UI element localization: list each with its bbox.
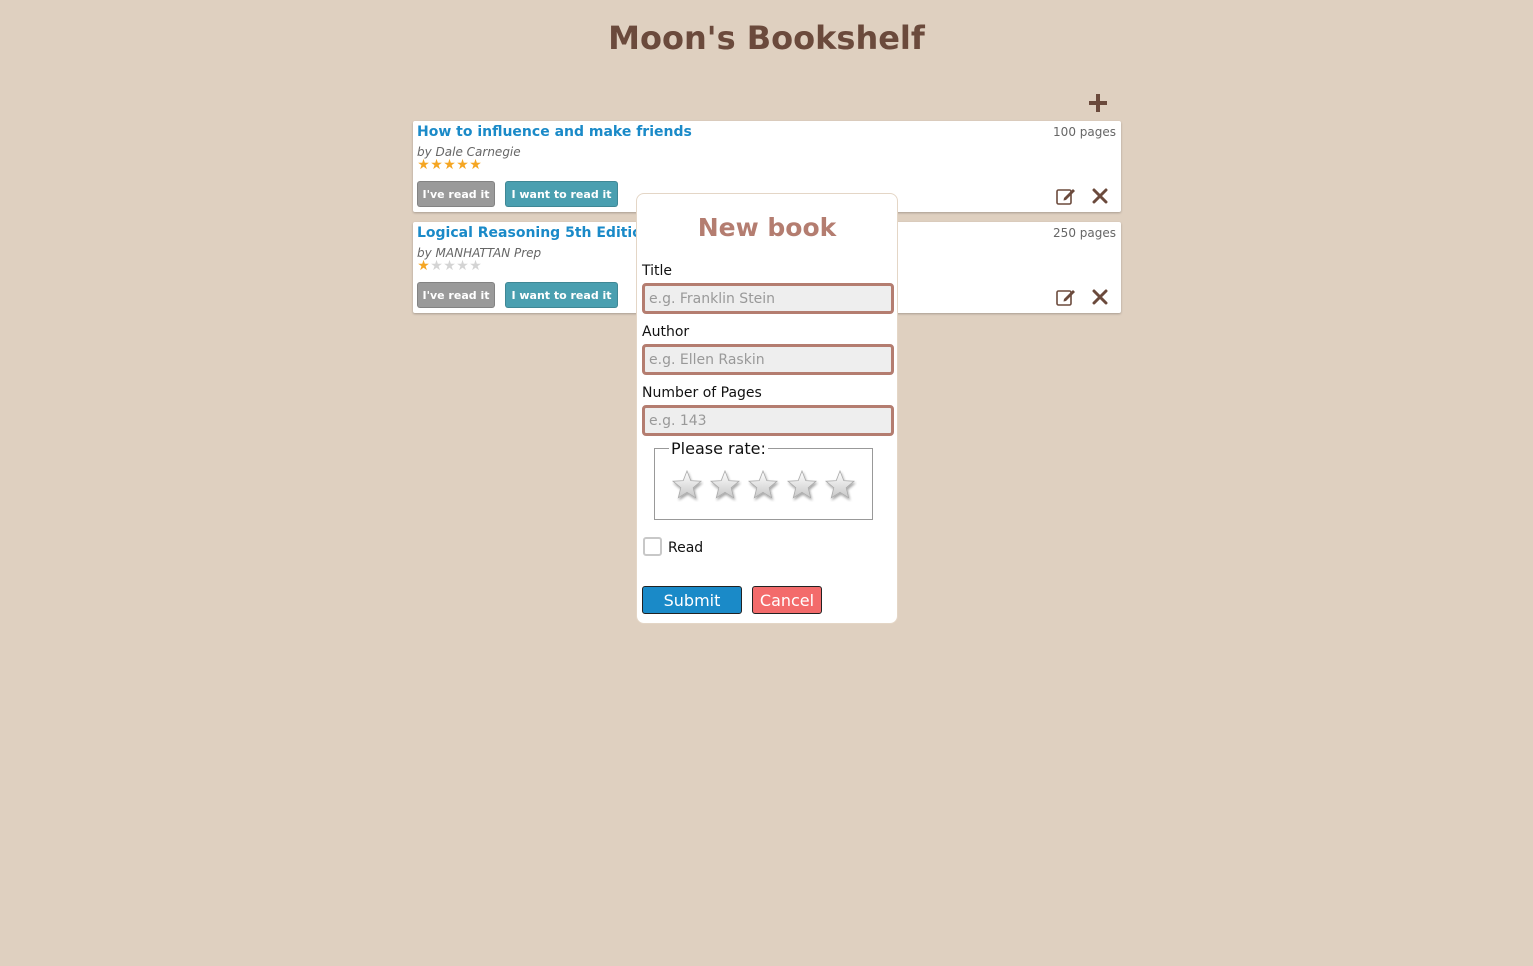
star-filled-icon: ★ bbox=[469, 157, 482, 173]
modal-title: New book bbox=[697, 213, 837, 242]
submit-button[interactable]: Submit bbox=[642, 586, 742, 614]
author-input[interactable] bbox=[642, 344, 894, 375]
close-icon[interactable] bbox=[1092, 289, 1108, 305]
rate-star-5-icon[interactable] bbox=[823, 468, 857, 502]
book-title[interactable]: How to influence and make friends bbox=[417, 124, 692, 140]
star-filled-icon: ★ bbox=[456, 157, 469, 173]
new-book-modal: New book Title Author Number of Pages Pl… bbox=[636, 193, 898, 624]
title-label: Title bbox=[642, 263, 673, 279]
add-book-button[interactable] bbox=[1086, 91, 1110, 115]
want-to-read-button[interactable]: I want to read it bbox=[505, 282, 618, 308]
rating-legend: Please rate: bbox=[669, 439, 768, 458]
book-pages: 250 pages bbox=[1053, 226, 1116, 240]
rate-star-4-icon[interactable] bbox=[785, 468, 819, 502]
ive-read-it-button[interactable]: I've read it bbox=[417, 181, 495, 207]
book-pages: 100 pages bbox=[1053, 125, 1116, 139]
star-empty-icon: ★ bbox=[456, 258, 469, 274]
star-empty-icon: ★ bbox=[430, 258, 443, 274]
star-empty-icon: ★ bbox=[443, 258, 456, 274]
read-label: Read bbox=[668, 540, 704, 556]
bookshelf-page: Moon's Bookshelf How to influence and ma… bbox=[0, 0, 1533, 966]
close-icon[interactable] bbox=[1092, 188, 1108, 204]
rate-star-2-icon[interactable] bbox=[708, 468, 742, 502]
pages-label: Number of Pages bbox=[642, 385, 762, 401]
author-label: Author bbox=[642, 324, 690, 340]
book-title[interactable]: Logical Reasoning 5th Edition bbox=[417, 225, 652, 241]
book-rating: ★ ★ ★ ★ ★ bbox=[417, 157, 482, 173]
rating-fieldset: Please rate: bbox=[654, 440, 873, 520]
star-filled-icon: ★ bbox=[430, 157, 443, 173]
book-rating: ★ ★ ★ ★ ★ bbox=[417, 258, 482, 274]
star-filled-icon: ★ bbox=[417, 157, 430, 173]
edit-icon[interactable] bbox=[1056, 187, 1076, 205]
edit-icon[interactable] bbox=[1056, 288, 1076, 306]
star-filled-icon: ★ bbox=[417, 258, 430, 274]
cancel-button[interactable]: Cancel bbox=[752, 586, 822, 614]
app-title: Moon's Bookshelf bbox=[608, 19, 925, 57]
pages-input[interactable] bbox=[642, 405, 894, 436]
star-filled-icon: ★ bbox=[443, 157, 456, 173]
star-empty-icon: ★ bbox=[469, 258, 482, 274]
read-checkbox[interactable] bbox=[643, 537, 662, 556]
rate-star-3-icon[interactable] bbox=[746, 468, 780, 502]
title-input[interactable] bbox=[642, 283, 894, 314]
ive-read-it-button[interactable]: I've read it bbox=[417, 282, 495, 308]
want-to-read-button[interactable]: I want to read it bbox=[505, 181, 618, 207]
rate-star-1-icon[interactable] bbox=[670, 468, 704, 502]
